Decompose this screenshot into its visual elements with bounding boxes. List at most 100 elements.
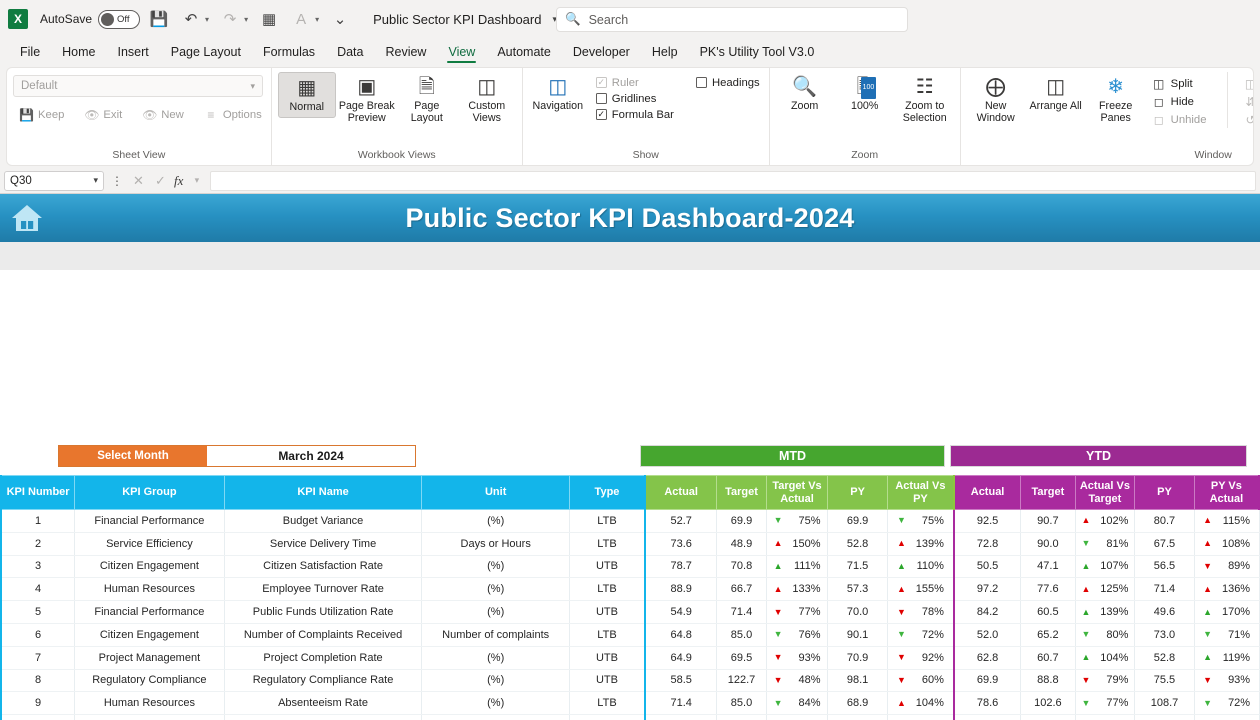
sheet-view-options-button[interactable]: ≡ Options [201, 106, 265, 123]
table-row[interactable]: 4 Human Resources Employee Turnover Rate (%… [0, 577, 1260, 602]
tab-review[interactable]: Review [375, 42, 436, 64]
col-ytd-target[interactable]: Target [1020, 475, 1076, 510]
trend-up-green-icon: ▲ [1081, 652, 1091, 663]
redo-icon[interactable]: ↷ [217, 6, 243, 32]
col-mtd-py[interactable]: PY [827, 475, 888, 510]
sheet-view-keep-button[interactable]: 💾 Keep [16, 106, 67, 123]
search-box[interactable]: 🔍 Search [556, 7, 908, 32]
tab-help[interactable]: Help [642, 42, 688, 64]
tab-file[interactable]: File [10, 42, 50, 64]
select-month-control[interactable]: Select Month March 2024 [58, 445, 416, 467]
freeze-panes-label: Freeze Panes [1099, 100, 1133, 124]
unhide-button[interactable]: ◻ Unhide [1149, 111, 1210, 128]
custom-views-button[interactable]: ◫ Custom Views [458, 72, 516, 128]
chevron-down-icon[interactable]: ▾ [188, 175, 205, 186]
zoom-to-selection-button[interactable]: ☷ Zoom to Selection [896, 72, 954, 128]
enter-icon[interactable]: ✓ [152, 173, 169, 189]
zoom-100-button[interactable]: 🗎100 100% [836, 72, 894, 116]
col-ytd-actual-vs-target[interactable]: Actual Vs Target [1074, 475, 1136, 510]
tab-page-layout[interactable]: Page Layout [161, 42, 251, 64]
tab-insert[interactable]: Insert [108, 42, 159, 64]
col-mtd-target[interactable]: Target [716, 475, 767, 510]
insert-function-icon[interactable]: fx [174, 173, 183, 189]
col-unit[interactable]: Unit [421, 475, 570, 510]
synchronous-scrolling-button[interactable]: ⇵ Synchronous Scrolling [1240, 93, 1253, 110]
col-mtd-target-vs-actual[interactable]: Target Vs Actual [765, 475, 829, 510]
hide-button[interactable]: ◻ Hide [1149, 93, 1210, 110]
table-row[interactable]: 2 Service Efficiency Service Delivery Time… [0, 532, 1260, 556]
table-row[interactable]: 6 Citizen Engagement Number of Complaints … [0, 623, 1260, 647]
page-break-label: Page Break Preview [338, 100, 395, 124]
table-icon[interactable]: ▦ [256, 6, 282, 32]
tab-formulas[interactable]: Formulas [253, 42, 325, 64]
tab-home[interactable]: Home [52, 42, 105, 64]
view-side-by-side-button[interactable]: ◫ View Side by Side [1240, 75, 1253, 92]
page-layout-view-button[interactable]: 🗎 Page Layout [398, 72, 456, 128]
font-color-icon[interactable]: A [288, 6, 314, 32]
cell-type: UTB [569, 555, 647, 579]
col-type[interactable]: Type [568, 475, 647, 510]
page-100-icon: 🗎100 [857, 76, 877, 99]
tab-data[interactable]: Data [327, 42, 373, 64]
undo-dropdown-icon[interactable]: ▾ [205, 15, 209, 24]
table-row[interactable]: 9 Human Resources Absenteeism Rate (%) LTB 71… [0, 691, 1260, 716]
autosave-toggle[interactable]: Off [98, 9, 141, 29]
tab-pk-utility-tool[interactable]: PK's Utility Tool V3.0 [690, 42, 825, 64]
trend-up-red-icon: ▲ [1081, 583, 1091, 594]
table-row[interactable]: 1 Financial Performance Budget Variance (%)… [0, 509, 1260, 533]
select-month-label: Select Month [59, 446, 207, 466]
sheet-view-new-button[interactable]: 👁 New [139, 106, 187, 123]
tab-view[interactable]: View [438, 42, 485, 64]
table-row[interactable]: 8 Regulatory Compliance Regulatory Complia… [0, 669, 1260, 693]
gridlines-checkbox[interactable]: Gridlines [593, 91, 677, 106]
freeze-panes-button[interactable]: ❄ Freeze Panes [1087, 72, 1145, 128]
table-row[interactable]: 7 Project Management Project Completion Ra… [0, 646, 1260, 670]
sheet-view-exit-button[interactable]: 👁 Exit [81, 106, 125, 123]
formula-input[interactable] [210, 170, 1256, 191]
document-title[interactable]: Public Sector KPI Dashboard [373, 12, 541, 27]
redo-dropdown-icon[interactable]: ▾ [244, 15, 248, 24]
select-month-value[interactable]: March 2024 [207, 446, 415, 466]
tab-automate[interactable]: Automate [487, 42, 561, 64]
trend-down-green-icon: ▼ [773, 697, 783, 708]
name-box-options-icon[interactable]: ⋮ [109, 174, 125, 188]
page-break-icon: ▣ [357, 76, 377, 98]
zoom-button[interactable]: 🔍 Zoom [776, 72, 834, 116]
col-ytd-py[interactable]: PY [1134, 475, 1195, 510]
ruler-checkbox[interactable]: ✓ Ruler [593, 75, 677, 90]
sheet-view-dropdown[interactable]: Default ▾ [13, 75, 263, 97]
undo-icon[interactable]: ↶ [178, 6, 204, 32]
cell-ytd-py-vs-actual-value: 119% [1222, 651, 1251, 664]
cancel-icon[interactable]: ✕ [130, 173, 147, 189]
tab-developer[interactable]: Developer [563, 42, 640, 64]
col-ytd-actual[interactable]: Actual [953, 475, 1022, 510]
headings-checkbox[interactable]: Headings [693, 75, 763, 90]
new-window-button[interactable]: ⨁ New Window [967, 72, 1025, 128]
font-color-dropdown-icon[interactable]: ▾ [315, 15, 319, 24]
arrange-all-button[interactable]: ◫ Arrange All [1027, 72, 1085, 116]
col-ytd-py-vs-actual[interactable]: PY Vs Actual [1193, 475, 1260, 510]
more-commands-icon[interactable]: ⌄ [327, 6, 353, 32]
save-icon[interactable]: 💾 [146, 6, 172, 32]
col-kpi-group[interactable]: KPI Group [74, 475, 225, 510]
normal-view-button[interactable]: ▦ Normal [277, 72, 336, 118]
save-icon: 💾 [19, 107, 34, 122]
col-mtd-actual[interactable]: Actual [644, 475, 718, 510]
cell-ytd-actual-vs-target: ▲ 102% [1075, 509, 1136, 533]
reset-window-position-button[interactable]: ↺ Reset Window Position [1240, 111, 1253, 128]
col-kpi-number[interactable]: KPI Number [0, 475, 76, 510]
name-box[interactable]: Q30 ▾ [4, 170, 104, 191]
cell-ytd-py-vs-actual-value: 136% [1221, 583, 1251, 596]
split-button[interactable]: ◫ Split [1149, 75, 1210, 92]
table-row[interactable]: 5 Financial Performance Public Funds Utili… [0, 600, 1260, 624]
table-row[interactable]: 10Citizen EngagementCitizen Engagement R… [0, 714, 1260, 720]
table-row[interactable]: 3 Citizen Engagement Citizen Satisfaction … [0, 555, 1260, 579]
navigation-button[interactable]: ◫ Navigation [529, 72, 587, 116]
options-label: Options [222, 108, 262, 121]
formula-bar-checkbox[interactable]: ✓ Formula Bar [593, 107, 677, 122]
cell-unit: (%) [421, 600, 570, 624]
col-mtd-actual-vs-py[interactable]: Actual Vs PY [886, 475, 955, 510]
cell-mtd-py: 98.1 [827, 669, 888, 693]
page-break-preview-button[interactable]: ▣ Page Break Preview [338, 72, 396, 128]
col-kpi-name[interactable]: KPI Name [223, 475, 423, 510]
